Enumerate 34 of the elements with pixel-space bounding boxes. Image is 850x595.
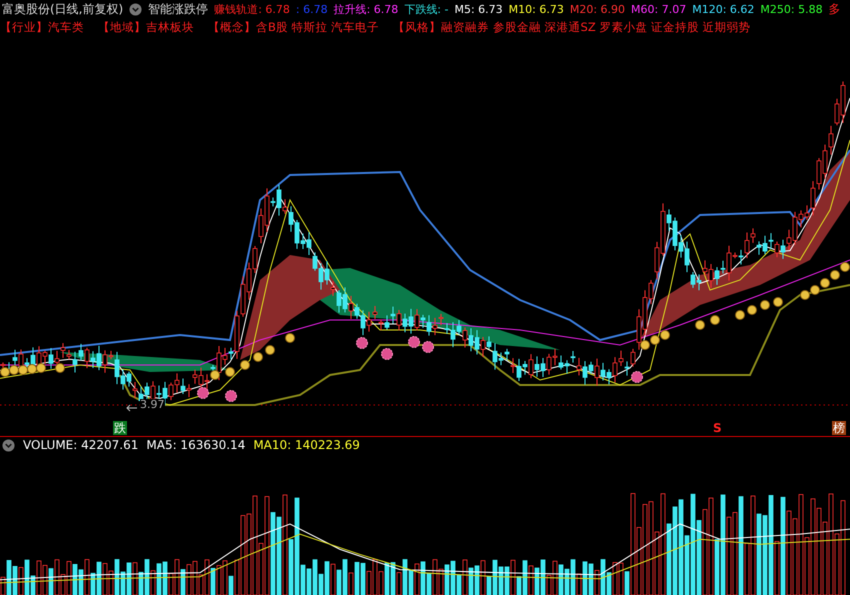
volume-reading: VOLUME: 42207.61 — [23, 438, 138, 452]
stock-tag: 【概念】含B股 特斯拉 汽车电子 — [208, 20, 380, 34]
flower-icon — [197, 387, 209, 399]
indicator-reading: M120: 6.62 — [692, 2, 754, 16]
indicator-reading: M20: 6.90 — [570, 2, 626, 16]
flower-icon — [381, 348, 393, 360]
flower-icon — [422, 341, 434, 353]
dropdown-icon[interactable] — [129, 2, 142, 16]
signal-marker: S — [712, 421, 723, 435]
signal-label: 多 — [828, 0, 841, 18]
stock-title: 富奥股份(日线,前复权) — [2, 0, 124, 18]
indicator-reading: 下跌线: - — [404, 2, 448, 16]
indicator-reading: M10: 6.73 — [508, 2, 564, 16]
flower-icon — [225, 390, 237, 402]
stock-tag: 【行业】汽车类 — [0, 20, 84, 34]
indicator-reading: M250: 5.88 — [760, 2, 823, 16]
indicator-reading: 赚钱轨道: 6.78 — [214, 2, 290, 16]
volume-reading: MA10: 140223.69 — [253, 438, 360, 452]
indicator-reading: M5: 6.73 — [454, 2, 503, 16]
stock-tag: 【地域】吉林板块 — [98, 20, 194, 34]
indicator-name[interactable]: 智能涨跌停 — [148, 0, 208, 18]
indicator-reading: M60: 7.07 — [631, 2, 686, 16]
flower-icon — [631, 371, 643, 383]
indicator-reading: : 6.78 — [296, 2, 328, 16]
dropdown-icon[interactable] — [2, 438, 15, 452]
price-low-label: 3.97 — [140, 399, 164, 411]
volume-reading: MA5: 163630.14 — [146, 438, 246, 452]
stock-tag: 【风格】融资融券 参股金融 深港通SZ 罗素小盘 证金持股 近期弱势 — [393, 20, 751, 34]
flower-icon — [408, 336, 420, 348]
arrow-icon — [126, 404, 138, 412]
signal-marker: 榜 — [832, 421, 846, 435]
indicator-reading: 拉升线: 6.78 — [334, 2, 398, 16]
flower-icon — [356, 337, 368, 349]
signal-marker: 跌 — [113, 421, 127, 435]
